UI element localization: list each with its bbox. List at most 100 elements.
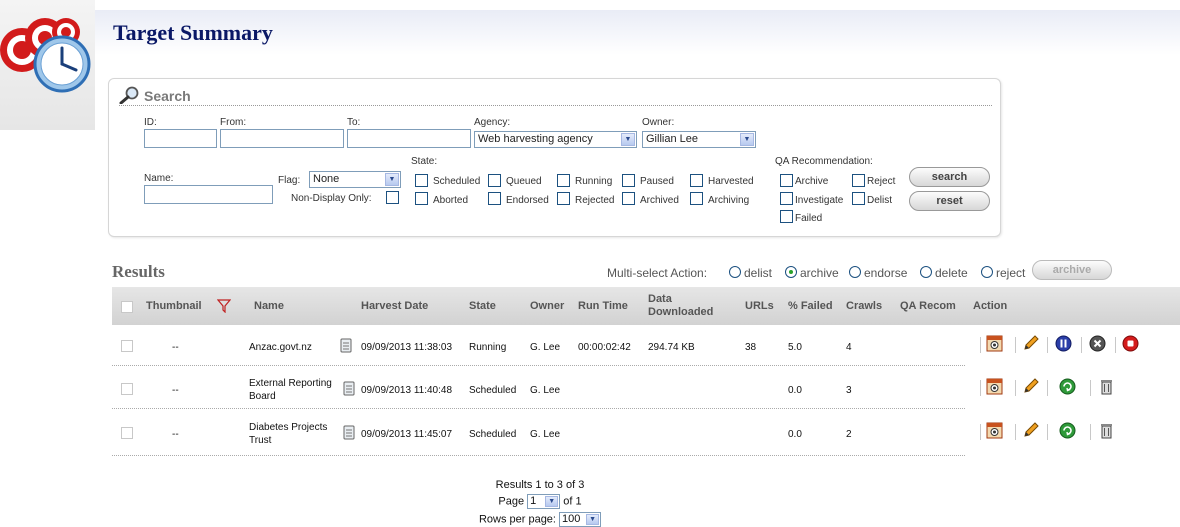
non-display-label: Non-Display Only: [291, 193, 372, 204]
delete-radio[interactable] [920, 266, 932, 278]
reset-button[interactable]: reset [909, 191, 990, 211]
log-icon[interactable] [343, 425, 355, 440]
state-rejected-checkbox[interactable] [557, 192, 570, 205]
qa-investigate-label: Investigate [795, 195, 844, 206]
flag-select[interactable]: None ▼ [309, 171, 401, 188]
qa-delist-checkbox[interactable] [852, 192, 865, 205]
edit-icon[interactable] [1022, 422, 1039, 439]
row-urls: 38 [745, 342, 757, 353]
qa-reject-label: Reject [867, 176, 896, 187]
results-summary: Results 1 to 3 of 3 [495, 479, 585, 491]
col-thumbnail: Thumbnail [146, 300, 202, 312]
flag-label: Flag: [278, 175, 301, 186]
to-date-input[interactable] [347, 129, 471, 148]
row-state: Scheduled [469, 385, 517, 396]
state-harvested-checkbox[interactable] [690, 174, 703, 187]
col-run-time: Run Time [578, 300, 628, 312]
state-endorsed-checkbox[interactable] [488, 192, 501, 205]
state-paused-checkbox[interactable] [622, 174, 635, 187]
state-running-checkbox[interactable] [557, 174, 570, 187]
action-separator [980, 337, 981, 353]
edit-icon[interactable] [1022, 378, 1039, 395]
endorse-radio[interactable] [849, 266, 861, 278]
agency-select-value: Web harvesting agency [478, 133, 593, 145]
state-archived-label: Archived [640, 195, 679, 206]
rows-per-page-select[interactable]: 100 ▼ [559, 512, 602, 527]
row-owner: G. Lee [530, 342, 561, 353]
state-archived-checkbox[interactable] [622, 192, 635, 205]
search-panel: Search ID: From: To: Agency: Web harvest… [108, 78, 1001, 237]
owner-select[interactable]: Gillian Lee ▼ [642, 131, 756, 148]
id-input[interactable] [144, 129, 217, 148]
from-date-input[interactable] [220, 129, 344, 148]
row-checkbox[interactable] [121, 383, 133, 395]
row-thumbnail: -- [172, 342, 179, 353]
log-icon[interactable] [343, 381, 355, 396]
state-harvested-label: Harvested [708, 176, 754, 187]
state-scheduled-label: Scheduled [433, 176, 481, 187]
state-rejected-label: Rejected [575, 195, 615, 206]
action-separator [1090, 424, 1091, 440]
multi-action-button[interactable]: archive [1032, 260, 1112, 280]
action-separator [1015, 337, 1016, 353]
qa-failed-checkbox[interactable] [780, 210, 793, 223]
action-separator [1090, 380, 1091, 396]
select-all-checkbox[interactable] [121, 301, 133, 313]
chevron-down-icon: ▼ [385, 173, 399, 186]
non-display-checkbox[interactable] [386, 191, 399, 204]
rows-per-page-selector: Rows per page: 100 ▼ [0, 512, 1080, 527]
delist-radio-label: delist [744, 266, 773, 280]
row-name[interactable]: External Reporting Board [249, 377, 341, 403]
state-archiving-checkbox[interactable] [690, 192, 703, 205]
row-checkbox[interactable] [121, 427, 133, 439]
state-aborted-label: Aborted [433, 195, 469, 206]
col-state: State [469, 300, 496, 312]
abort-icon[interactable] [1089, 335, 1106, 352]
archive-radio[interactable] [785, 266, 797, 278]
row-name[interactable]: Anzac.govt.nz [249, 341, 312, 354]
run-icon[interactable] [1059, 422, 1076, 439]
page-select[interactable]: 1 ▼ [527, 494, 561, 509]
log-icon[interactable] [340, 338, 352, 353]
agency-label: Agency: [474, 117, 511, 128]
qa-archive-label: Archive [795, 176, 829, 187]
qa-investigate-checkbox[interactable] [780, 192, 793, 205]
state-aborted-checkbox[interactable] [415, 192, 428, 205]
col-action: Action [973, 300, 1008, 312]
run-icon[interactable] [1059, 378, 1076, 395]
target-clock-logo [0, 18, 91, 93]
chevron-down-icon: ▼ [586, 514, 600, 525]
row-name[interactable]: Diabetes Projects Trust [249, 421, 341, 447]
col-crawls: Crawls [846, 300, 883, 312]
stop-icon[interactable] [1122, 335, 1139, 352]
view-icon[interactable] [986, 335, 1003, 352]
row-crawls: 4 [846, 342, 852, 353]
row-checkbox[interactable] [121, 340, 133, 352]
delete-icon[interactable] [1098, 422, 1115, 439]
row-harvest-date: 09/09/2013 11:40:48 [361, 385, 453, 396]
state-scheduled-checkbox[interactable] [415, 174, 428, 187]
edit-icon[interactable] [1022, 335, 1039, 352]
row-state: Scheduled [469, 429, 517, 440]
delist-radio[interactable] [729, 266, 741, 278]
search-button[interactable]: search [909, 167, 990, 187]
qa-label: QA Recommendation: [775, 156, 873, 167]
row-thumbnail: -- [172, 429, 179, 440]
qa-delist-label: Delist [867, 195, 893, 206]
pause-icon[interactable] [1055, 335, 1072, 352]
row-crawls: 3 [846, 385, 852, 396]
action-separator [1081, 337, 1082, 353]
col-harvest-date: Harvest Date [361, 300, 429, 312]
agency-select[interactable]: Web harvesting agency ▼ [474, 131, 637, 148]
delete-icon[interactable] [1098, 378, 1115, 395]
name-input[interactable] [144, 185, 273, 204]
view-icon[interactable] [986, 378, 1003, 395]
view-icon[interactable] [986, 422, 1003, 439]
flag-filter-icon[interactable] [217, 299, 231, 313]
qa-reject-checkbox[interactable] [852, 174, 865, 187]
reject-radio[interactable] [981, 266, 993, 278]
search-title: Search [144, 88, 191, 104]
action-separator [980, 380, 981, 396]
state-queued-checkbox[interactable] [488, 174, 501, 187]
qa-archive-checkbox[interactable] [780, 174, 793, 187]
